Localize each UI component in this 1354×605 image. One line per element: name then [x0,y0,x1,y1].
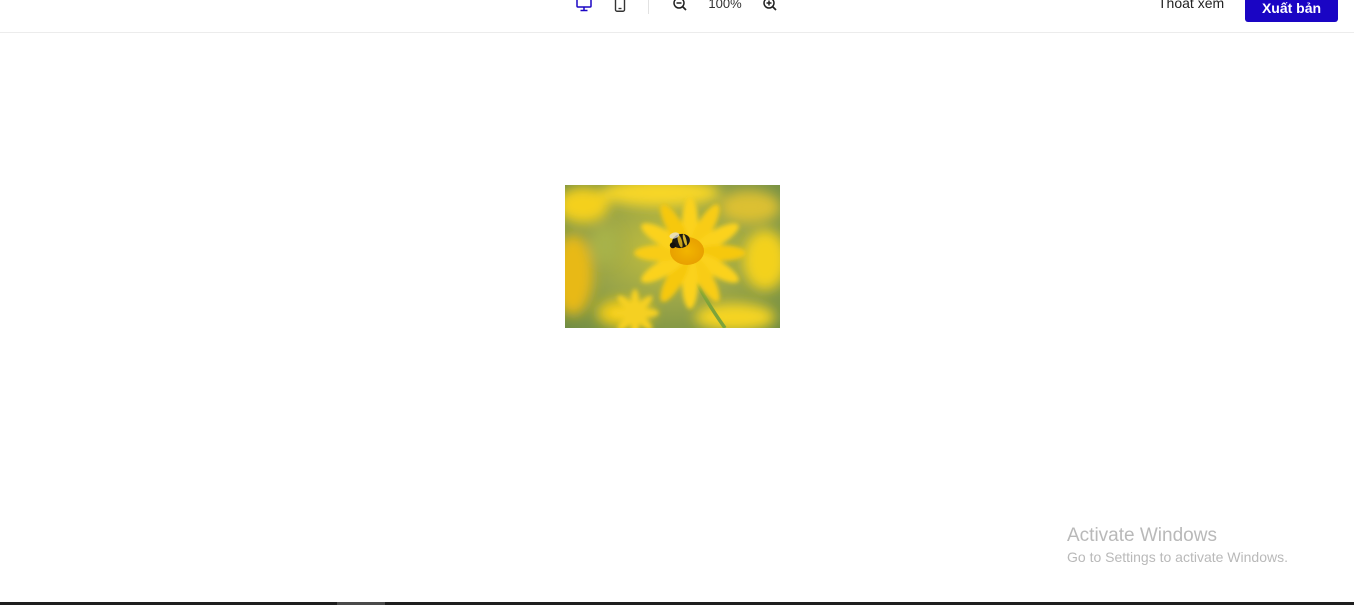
watermark-title: Activate Windows [1067,525,1217,546]
desktop-icon [575,0,593,17]
zoom-out-button[interactable] [669,0,691,15]
zoom-in-button[interactable] [759,0,781,15]
preview-toolbar: 100% Thoát xem Xuất bản [0,0,1354,33]
mobile-view-button[interactable] [609,0,631,15]
watermark-subtitle: Go to Settings to activate Windows. [1067,549,1288,565]
desktop-view-button[interactable] [573,0,595,15]
zoom-in-icon [762,0,778,17]
activate-windows-watermark: Activate Windows Go to Settings to activ… [1067,525,1288,567]
zoom-level-display: 100% [708,0,742,11]
toolbar-divider [648,0,649,14]
flower-bee-image [565,185,780,328]
zoom-out-icon [672,0,688,17]
mobile-icon [613,0,627,17]
canvas-image[interactable] [565,185,780,328]
publish-button[interactable]: Xuất bản [1245,0,1338,22]
exit-preview-link[interactable]: Thoát xem [1158,0,1224,11]
